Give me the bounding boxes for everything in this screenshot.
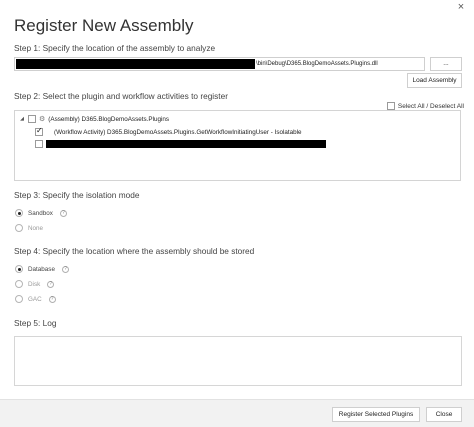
sandbox-label: Sandbox bbox=[28, 209, 53, 217]
tree-row-workflow-activity[interactable]: (Workflow Activity) D365.BlogDemoAssets.… bbox=[35, 126, 302, 136]
database-label: Database bbox=[28, 265, 55, 273]
plugin-tree[interactable]: ◢ ⚙ (Assembly) D365.BlogDemoAssets.Plugi… bbox=[14, 110, 461, 181]
assembly-checkbox[interactable] bbox=[28, 115, 36, 123]
tree-row-redacted[interactable] bbox=[35, 140, 326, 148]
browse-button[interactable]: ... bbox=[430, 57, 462, 71]
dialog-footer: Register Selected Plugins Close bbox=[0, 399, 474, 427]
assembly-path-text: \bin\Debug\D365.BlogDemoAssets.Plugins.d… bbox=[256, 61, 378, 67]
close-window-icon[interactable]: × bbox=[454, 0, 468, 14]
step5-label: Step 5: Log bbox=[14, 318, 57, 328]
load-assembly-button[interactable]: Load Assembly bbox=[407, 73, 462, 88]
register-selected-plugins-button[interactable]: Register Selected Plugins bbox=[332, 407, 420, 422]
disk-radio[interactable] bbox=[15, 280, 23, 288]
dialog-title: Register New Assembly bbox=[14, 16, 194, 35]
select-all-toggle[interactable]: Select All / Deselect All bbox=[386, 102, 464, 110]
assembly-gear-icon: ⚙ bbox=[39, 116, 46, 123]
redacted-item-checkbox[interactable] bbox=[35, 140, 43, 148]
database-radio[interactable] bbox=[15, 265, 23, 273]
step2-label: Step 2: Select the plugin and workflow a… bbox=[14, 91, 228, 101]
database-help-icon[interactable]: ? bbox=[61, 265, 69, 273]
workflow-activity-checkbox[interactable] bbox=[35, 126, 43, 136]
step4-label: Step 4: Specify the location where the a… bbox=[14, 246, 255, 256]
isolation-sandbox-option[interactable]: Sandbox ? bbox=[15, 209, 67, 217]
step1-label: Step 1: Specify the location of the asse… bbox=[14, 43, 216, 53]
sandbox-help-icon[interactable]: ? bbox=[59, 209, 67, 217]
redacted-item-block bbox=[46, 140, 326, 148]
storage-gac-option[interactable]: GAC ? bbox=[15, 295, 56, 303]
none-label: None bbox=[28, 224, 44, 232]
assembly-label: (Assembly) D365.BlogDemoAssets.Plugins bbox=[48, 115, 170, 123]
select-all-label: Select All / Deselect All bbox=[397, 102, 464, 110]
none-radio[interactable] bbox=[15, 224, 23, 232]
sandbox-radio[interactable] bbox=[15, 209, 23, 217]
storage-disk-option[interactable]: Disk ? bbox=[15, 280, 55, 288]
workflow-activity-label: (Workflow Activity) D365.BlogDemoAssets.… bbox=[54, 128, 302, 136]
close-button[interactable]: Close bbox=[426, 407, 462, 422]
gac-radio[interactable] bbox=[15, 295, 23, 303]
tree-row-assembly[interactable]: ◢ ⚙ (Assembly) D365.BlogDemoAssets.Plugi… bbox=[19, 115, 169, 123]
gac-label: GAC bbox=[28, 295, 42, 303]
disk-label: Disk bbox=[28, 280, 41, 288]
storage-database-option[interactable]: Database ? bbox=[15, 265, 69, 273]
redacted-path-block bbox=[16, 59, 255, 69]
gac-help-icon[interactable]: ? bbox=[48, 295, 56, 303]
step3-label: Step 3: Specify the isolation mode bbox=[14, 190, 140, 200]
select-all-checkbox[interactable] bbox=[386, 102, 395, 110]
expand-triangle-icon[interactable]: ◢ bbox=[19, 116, 25, 122]
disk-help-icon[interactable]: ? bbox=[47, 280, 55, 288]
isolation-none-option[interactable]: None bbox=[15, 224, 43, 232]
log-output-box[interactable] bbox=[14, 336, 462, 386]
assembly-path-input[interactable]: \bin\Debug\D365.BlogDemoAssets.Plugins.d… bbox=[14, 57, 425, 71]
